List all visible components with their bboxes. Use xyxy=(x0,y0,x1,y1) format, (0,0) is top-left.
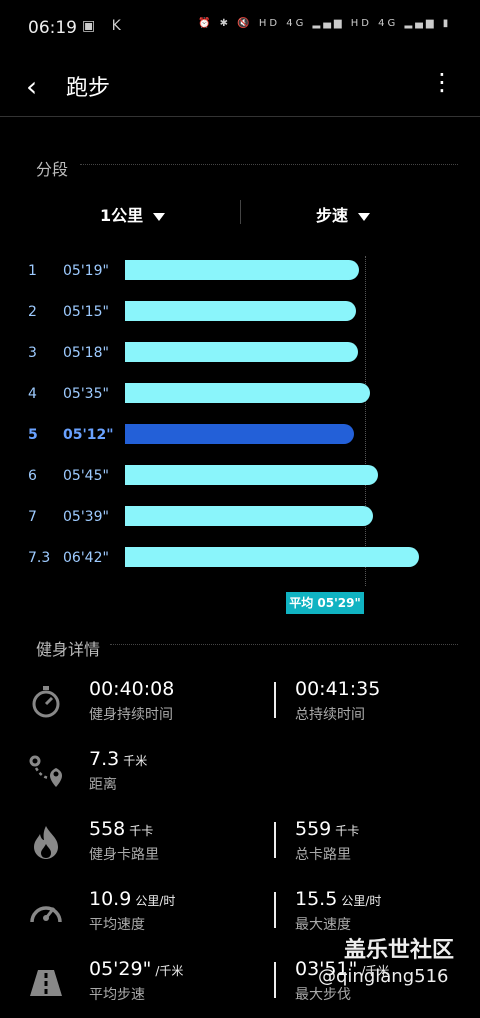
metric-divider xyxy=(274,892,276,928)
average-speed-label: 平均速度 xyxy=(89,917,145,933)
unit-filter-dropdown[interactable]: 1公里 xyxy=(100,202,166,226)
split-bar xyxy=(125,465,378,485)
split-bar xyxy=(125,342,358,362)
metric-divider xyxy=(274,822,276,858)
split-bar xyxy=(125,301,356,321)
split-row: 4 05'35" xyxy=(0,382,480,408)
chevron-down-icon xyxy=(153,212,166,221)
split-bar xyxy=(125,260,359,280)
split-index: 7.3 xyxy=(28,550,51,566)
flame-icon xyxy=(34,826,58,859)
max-speed-value: 15.5 xyxy=(295,888,338,910)
app-bar: ‹ 跑步 ⋮ xyxy=(0,60,480,117)
average-pace-value: 05'29" xyxy=(89,958,152,980)
watermark-handle: @qinglang516 xyxy=(318,966,449,987)
active-calories-unit: 千卡 xyxy=(129,824,154,838)
split-row: 7 05'39" xyxy=(0,505,480,531)
distance: 7.3 千米 距离 xyxy=(89,748,147,794)
active-calories: 558 千卡 健身卡路里 xyxy=(89,818,159,864)
total-duration: 00:41:35 总持续时间 xyxy=(295,678,380,724)
split-index: 6 xyxy=(28,468,37,484)
distance-row: 7.3 千米 距离 xyxy=(0,748,480,808)
split-index: 3 xyxy=(28,345,37,361)
split-row: 2 05'15" xyxy=(0,300,480,326)
average-pace-label: 平均步速 xyxy=(89,987,145,1003)
split-row: 1 05'19" xyxy=(0,259,480,285)
max-speed-label: 最大速度 xyxy=(295,917,351,933)
active-calories-value: 558 xyxy=(89,818,126,840)
split-row: 3 05'18" xyxy=(0,341,480,367)
filter-divider xyxy=(240,200,241,224)
split-index: 2 xyxy=(28,304,37,320)
split-row: 7.3 06'42" xyxy=(0,546,480,572)
back-icon[interactable]: ‹ xyxy=(26,70,37,103)
active-duration: 00:40:08 健身持续时间 xyxy=(89,678,174,724)
split-pace: 06'42" xyxy=(63,550,109,566)
split-bar xyxy=(125,424,354,444)
average-pace-unit: /千米 xyxy=(155,964,184,978)
split-pace: 05'18" xyxy=(63,345,109,361)
split-bar xyxy=(125,547,419,567)
distance-value: 7.3 xyxy=(89,748,120,770)
average-speed: 10.9 公里/时 平均速度 xyxy=(89,888,175,934)
total-duration-value: 00:41:35 xyxy=(295,678,381,700)
splits-section-title: 分段 xyxy=(36,160,69,179)
metric-filter-dropdown[interactable]: 步速 xyxy=(316,202,371,226)
metric-filter-label: 步速 xyxy=(316,206,349,225)
split-pace: 05'45" xyxy=(63,468,109,484)
duration-row: 00:40:08 健身持续时间 00:41:35 总持续时间 xyxy=(0,678,480,738)
max-speed-unit: 公里/时 xyxy=(341,894,382,908)
max-speed: 15.5 公里/时 最大速度 xyxy=(295,888,381,934)
split-pace: 05'15" xyxy=(63,304,109,320)
details-section-title: 健身详情 xyxy=(36,640,101,659)
calories-row: 558 千卡 健身卡路里 559 千卡 总卡路里 xyxy=(0,818,480,878)
system-status-icons: ⏰ ✱ 🔇 HD 4G ▂▄▆ HD 4G ▂▄▆ ▮ xyxy=(198,18,452,29)
total-duration-label: 总持续时间 xyxy=(295,707,365,723)
distance-label: 距离 xyxy=(89,777,117,793)
status-time: 06:19 xyxy=(28,18,77,38)
unit-filter-label: 1公里 xyxy=(100,206,144,225)
split-pace: 05'39" xyxy=(63,509,109,525)
status-bar: 06:19 ▣ K ⏰ ✱ 🔇 HD 4G ▂▄▆ HD 4G ▂▄▆ ▮ xyxy=(0,0,480,60)
split-index: 5 xyxy=(28,427,38,443)
page-title: 跑步 xyxy=(66,76,111,101)
more-options-icon[interactable]: ⋮ xyxy=(430,70,454,94)
split-bar xyxy=(125,383,370,403)
notification-icons: ▣ K xyxy=(82,18,127,34)
active-duration-label: 健身持续时间 xyxy=(89,707,173,723)
split-row: 5 05'12" xyxy=(0,423,480,449)
average-speed-value: 10.9 xyxy=(89,888,132,910)
total-calories: 559 千卡 总卡路里 xyxy=(295,818,359,864)
speedometer-icon xyxy=(30,906,62,923)
total-calories-value: 559 xyxy=(295,818,332,840)
average-pace-badge: 平均 05'29" xyxy=(286,592,364,614)
watermark-title: 盖乐世社区 xyxy=(344,938,455,963)
section-divider xyxy=(110,644,458,645)
total-calories-unit: 千卡 xyxy=(335,824,360,838)
average-pace: 05'29"/千米 平均步速 xyxy=(89,958,183,1004)
split-pace: 05'35" xyxy=(63,386,109,402)
road-icon xyxy=(30,970,62,996)
stopwatch-icon xyxy=(32,686,60,718)
split-row: 6 05'45" xyxy=(0,464,480,490)
active-duration-value: 00:40:08 xyxy=(89,678,175,700)
split-index: 7 xyxy=(28,509,37,525)
active-calories-label: 健身卡路里 xyxy=(89,847,159,863)
split-bar xyxy=(125,506,373,526)
route-pin-icon xyxy=(29,755,62,787)
split-pace: 05'12" xyxy=(63,427,114,443)
average-speed-unit: 公里/时 xyxy=(135,894,176,908)
split-index: 4 xyxy=(28,386,37,402)
split-pace: 05'19" xyxy=(63,263,109,279)
chevron-down-icon xyxy=(358,212,371,221)
section-divider xyxy=(80,164,458,165)
metric-divider xyxy=(274,682,276,718)
total-calories-label: 总卡路里 xyxy=(295,847,351,863)
distance-unit: 千米 xyxy=(123,754,148,768)
split-index: 1 xyxy=(28,263,37,279)
max-pace-label: 最大步伐 xyxy=(295,987,351,1003)
metric-divider xyxy=(274,962,276,998)
